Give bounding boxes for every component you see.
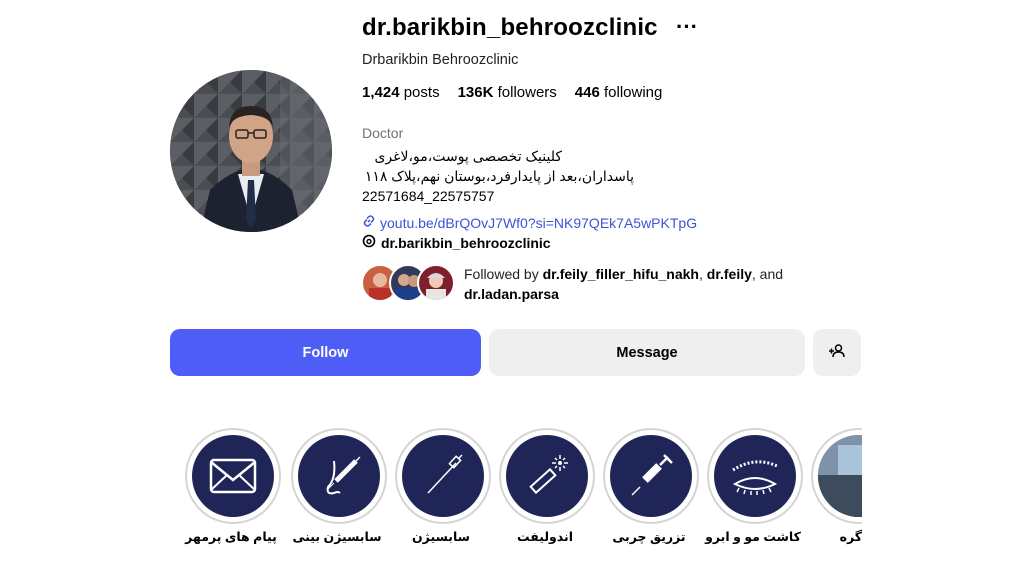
follow-button[interactable]: Follow [170, 329, 481, 376]
highlight-item[interactable] [603, 428, 699, 524]
highlight-label: تزریق چربی [612, 530, 686, 544]
profile-avatar[interactable] [170, 70, 332, 232]
separator: , and [751, 266, 784, 282]
link-text: youtu.be/dBrQOvJ7Wf0?si=NK97QEk7A5wPKTpG [380, 214, 698, 231]
following-count: 446 [574, 84, 600, 101]
mutual-user-2[interactable]: dr.feily [707, 266, 752, 282]
highlight-label: سابسیژن [412, 530, 470, 544]
laser-icon [506, 435, 588, 517]
highlight-item[interactable] [395, 428, 491, 524]
message-button[interactable]: Message [489, 329, 805, 376]
followers-stat[interactable]: 136K followers [458, 84, 557, 101]
mutual-user-1[interactable]: dr.feily_filler_hifu_nakh [543, 266, 699, 282]
mutual-avatar [417, 264, 455, 302]
avatar-photo [170, 70, 332, 232]
eyebrow-icon [714, 435, 796, 517]
suggest-users-button[interactable] [813, 329, 861, 376]
syringe-icon [610, 435, 692, 517]
posts-label: posts [403, 84, 440, 101]
person-add-icon [828, 342, 846, 364]
highlight-item[interactable] [811, 428, 862, 524]
highlight-label-clip: گره [800, 529, 862, 549]
threads-link[interactable]: dr.barikbin_behroozclinic [362, 234, 551, 251]
following-label: following [604, 84, 663, 101]
mutual-followers-avatars[interactable] [361, 264, 457, 302]
highlight-label: گره [839, 530, 862, 544]
highlight-label: پیام های پرمهر [185, 530, 277, 544]
profile-link[interactable]: youtu.be/dBrQOvJ7Wf0?si=NK97QEk7A5wPKTpG [362, 214, 697, 231]
link-icon [362, 214, 376, 231]
profile-full-name: Drbarikbin Behroozclinic [362, 52, 519, 68]
highlight-item[interactable] [291, 428, 387, 524]
mutual-user-3[interactable]: dr.ladan.parsa [464, 286, 559, 302]
highlight-label: سابسیژن بینی [292, 530, 382, 544]
nose-syringe-icon [298, 435, 380, 517]
following-stat[interactable]: 446 following [575, 84, 663, 101]
followed-by-text[interactable]: Followed by dr.feily_filler_hifu_nakh, d… [464, 264, 804, 304]
needle-icon [402, 435, 484, 517]
posts-count: 1,424 [362, 84, 400, 101]
threads-icon [362, 234, 376, 251]
photo-thumbnail [818, 435, 862, 517]
highlight-item[interactable] [707, 428, 803, 524]
bio-line: پاسداران،بعد از پایدارفرد،بوستان نهم،پلا… [364, 168, 634, 184]
bio-line: 22571684_22575757 [362, 188, 495, 204]
profile-category: Doctor [362, 125, 404, 141]
highlight-label: اندولیفت [517, 530, 573, 544]
highlight-label: کاشت مو و ابرو [705, 530, 801, 544]
followed-by-prefix: Followed by [464, 266, 539, 282]
separator: , [698, 266, 703, 282]
threads-handle: dr.barikbin_behroozclinic [381, 234, 551, 251]
more-options-icon[interactable]: ··· [676, 14, 698, 40]
followers-label: followers [497, 84, 557, 101]
followers-count: 136K [457, 84, 494, 101]
profile-username: dr.barikbin_behroozclinic [362, 14, 658, 41]
bio-line: کلینیک تخصصی پوست،مو،لاغری [374, 148, 562, 164]
profile-stats: 1,424 posts 136K followers 446 following [362, 84, 662, 101]
posts-stat: 1,424 posts [362, 84, 440, 101]
envelope-icon [192, 435, 274, 517]
highlight-item[interactable] [185, 428, 281, 524]
highlight-item[interactable] [499, 428, 595, 524]
